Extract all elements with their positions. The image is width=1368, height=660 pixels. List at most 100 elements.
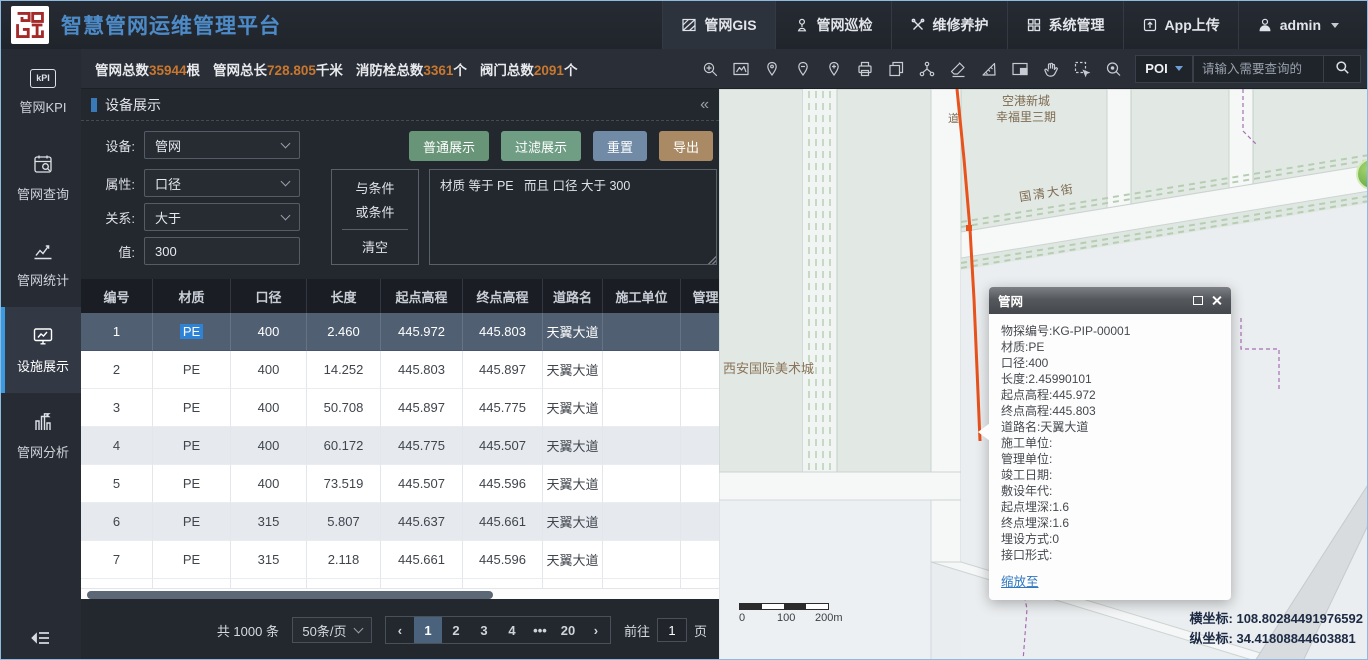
app-title: 智慧管网运维管理平台 [61,10,281,40]
stat-item: 消防栓总数3361个 [356,59,467,79]
top-header: 智慧管网运维管理平台 管网GIS 管网巡检 [1,1,1367,49]
attribute-select[interactable]: 口径 [144,169,300,197]
page-button[interactable]: ••• [526,617,554,643]
scale-tick: 0 [739,612,745,624]
filter-display-button[interactable]: 过滤展示 [501,131,581,161]
prev-page-button[interactable]: ‹ [386,617,414,643]
brand-logo-icon [11,6,49,44]
reset-button[interactable]: 重置 [593,131,647,161]
sidebar-item-facility-display[interactable]: 设施展示 [1,307,81,393]
column-header: 口径 [231,279,307,313]
poi-type-select[interactable]: POI [1135,55,1193,83]
table-row[interactable]: 5 PE 400 73.519 445.507 445.596 天翼大道 [81,465,719,503]
results-table: 编号 材质 口径 长度 起点高程 终点高程 道路名 施工单位 管理单位 1 PE… [81,279,719,599]
nav-item-pipeline-gis[interactable]: 管网GIS [662,1,774,49]
action-buttons: 普通展示 过滤展示 重置 导出 [409,131,713,161]
map-extent-icon[interactable] [727,56,755,82]
chevron-down-icon [281,138,291,148]
overview-map-icon[interactable] [1006,56,1034,82]
grid-icon [1026,17,1042,33]
search-button[interactable] [1323,55,1361,83]
poi-search-input[interactable] [1193,55,1323,83]
condition-textarea[interactable]: 材质 等于 PE 而且 口径 大于 300 [429,169,717,265]
popup-titlebar[interactable]: 管网 [989,287,1231,314]
chevron-down-icon [353,623,363,633]
rect-select-icon[interactable] [1068,56,1096,82]
sidebar-item-pipeline-kpi[interactable]: kPI 管网KPI [1,49,81,135]
nav-item-user[interactable]: admin [1238,1,1357,49]
clear-condition-button[interactable]: 清空 [342,237,408,256]
map-canvas[interactable]: 空港新城 幸福里三期 道 国清大街 西安国际美术城 6 0 100 200m 横… [719,89,1368,660]
column-header: 施工单位 [603,279,681,313]
value-input[interactable] [144,237,300,265]
divider [342,229,408,230]
sidebar-collapse-button[interactable] [1,627,81,649]
locate-pin-icon[interactable] [758,56,786,82]
identify-query-icon[interactable] [1099,56,1127,82]
table-row[interactable]: 4 PE 400 60.172 445.775 445.507 天翼大道 [81,427,719,465]
table-row[interactable]: 6 PE 315 5.807 445.637 445.661 天翼大道 [81,503,719,541]
panel-header: 设备展示 « [81,89,719,121]
table-row[interactable]: 3 PE 400 50.708 445.897 445.775 天翼大道 [81,389,719,427]
maximize-icon[interactable] [1193,296,1203,305]
nav-item-app-upload[interactable]: App上传 [1123,1,1238,49]
zoom-to-link[interactable]: 缩放至 [1001,571,1039,590]
relation-select[interactable]: 大于 [144,203,300,231]
close-icon[interactable] [1211,295,1222,306]
horizontal-scrollbar[interactable] [81,588,719,599]
page-button[interactable]: 3 [470,617,498,643]
panel-title-chip-icon [91,98,97,112]
pin-remove-icon[interactable] [789,56,817,82]
column-header: 终点高程 [463,279,543,313]
popup-field: 竣工日期: [1001,467,1219,483]
table-row[interactable]: 1 PE 400 2.460 445.972 445.803 天翼大道 [81,313,719,351]
sidebar-item-pipeline-query[interactable]: 管网查询 [1,135,81,221]
popup-field: 道路名:天翼大道 [1001,419,1219,435]
zoom-in-icon[interactable] [696,56,724,82]
clear-eraser-icon[interactable] [944,56,972,82]
sidebar-item-pipeline-stats[interactable]: 管网统计 [1,221,81,307]
popup-field: 长度:2.45990101 [1001,371,1219,387]
sidebar-item-pipeline-analysis[interactable]: 管网分析 [1,393,81,479]
device-select[interactable]: 管网 [144,131,300,159]
table-body: 1 PE 400 2.460 445.972 445.803 天翼大道 2 PE [81,313,719,599]
nav-item-maintenance[interactable]: 维修养护 [891,1,1007,49]
normal-display-button[interactable]: 普通展示 [409,131,489,161]
export-button[interactable]: 导出 [659,131,713,161]
scrollbar-thumb[interactable] [87,591,493,599]
device-display-panel: 设备展示 « 设备: 管网 普通展示 过滤展示 重置 导出 属性: 口径 [81,89,719,660]
pagination-bar: 共 1000 条 50条/页 ‹ 1 2 3 4 [81,599,719,660]
map-gis-icon [681,17,697,33]
popup-field: 终点埋深:1.6 [1001,515,1219,531]
measure-ruler-icon[interactable] [975,56,1003,82]
pin-add-icon[interactable] [820,56,848,82]
page-button[interactable]: 1 [414,617,442,643]
page-size-select[interactable]: 50条/页 [292,617,372,643]
goto-unit: 页 [694,621,707,640]
poi-select-value: POI [1145,61,1167,76]
nav-item-system[interactable]: 系统管理 [1007,1,1123,49]
topology-node-icon[interactable] [913,56,941,82]
panel-collapse-button[interactable]: « [700,96,709,114]
person-pin-icon [794,17,810,33]
resize-handle[interactable] [708,256,716,264]
page-button[interactable]: 20 [554,617,582,643]
print-icon[interactable] [851,56,879,82]
table-row[interactable]: 7 PE 315 2.118 445.661 445.596 天翼大道 [81,541,719,579]
feature-popup: 管网 物探编号:KG-PIP-00001 材质:PE 口径:400 长度:2.4… [989,287,1231,600]
next-page-button[interactable]: › [582,617,610,643]
pan-hand-icon[interactable] [1037,56,1065,82]
nav-item-inspection[interactable]: 管网巡检 [775,1,891,49]
column-header: 管理单位 [681,279,719,313]
or-condition-button[interactable]: 或条件 [342,202,408,221]
copy-map-icon[interactable] [882,56,910,82]
page-button[interactable]: 4 [498,617,526,643]
chevron-down-icon [1175,66,1183,71]
and-condition-button[interactable]: 与条件 [342,178,408,197]
sidebar-item-label: 管网分析 [17,442,69,461]
table-row[interactable]: 2 PE 400 14.252 445.803 445.897 天翼大道 [81,351,719,389]
goto-page-input[interactable] [657,618,687,642]
trend-chart-icon [32,239,54,261]
chevron-down-icon [281,210,291,220]
page-button[interactable]: 2 [442,617,470,643]
